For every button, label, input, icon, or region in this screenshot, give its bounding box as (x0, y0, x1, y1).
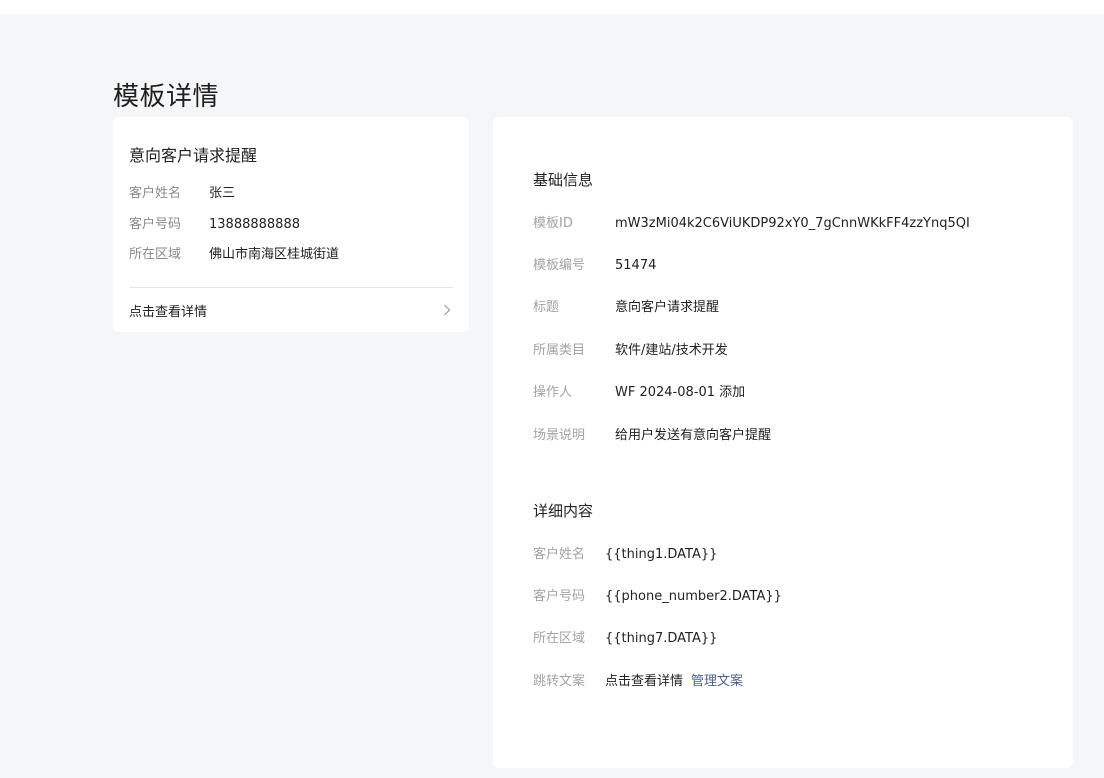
detail-row-region: 所在区域 {{thing7.DATA}} (533, 630, 717, 648)
detail-label: 跳转文案 (533, 674, 586, 689)
preview-row-phone: 客户号码 13888888888 (129, 216, 300, 234)
info-label: 操作人 (533, 385, 573, 400)
detail-value: {{thing7.DATA}} (605, 631, 718, 646)
info-label: 所属类目 (533, 343, 586, 358)
info-label: 标题 (533, 300, 560, 315)
info-row-template-id: 模板ID mW3zMi04k2C6ViUKDP92xY0_7gCnnWKkFF4… (533, 215, 970, 233)
preview-divider (129, 287, 453, 288)
view-details-label: 点击查看详情 (129, 304, 208, 320)
info-value: WF 2024-08-01 添加 (615, 385, 746, 400)
page-title: 模板详情 (113, 82, 220, 113)
detail-label: 客户姓名 (533, 547, 586, 562)
template-preview-card: 意向客户请求提醒 客户姓名 张三 客户号码 13888888888 所在区域 佛… (113, 117, 469, 332)
top-bar (0, 0, 1104, 14)
info-label: 模板ID (533, 216, 573, 231)
detail-value: {{thing1.DATA}} (605, 547, 718, 562)
preview-title: 意向客户请求提醒 (129, 146, 258, 165)
preview-value: 佛山市南海区桂城街道 (209, 247, 340, 262)
preview-row-region: 所在区域 佛山市南海区桂城街道 (129, 246, 339, 264)
info-row-category: 所属类目 软件/建站/技术开发 (533, 342, 728, 360)
info-label: 模板编号 (533, 258, 586, 273)
chevron-right-icon (441, 304, 453, 316)
info-value: 软件/建站/技术开发 (615, 343, 728, 358)
detail-label: 所在区域 (533, 631, 586, 646)
preview-label: 客户姓名 (129, 186, 182, 201)
preview-value: 13888888888 (209, 217, 300, 232)
preview-row-name: 客户姓名 张三 (129, 185, 235, 203)
template-info-card: 基础信息 模板ID mW3zMi04k2C6ViUKDP92xY0_7gCnnW… (493, 117, 1073, 768)
detail-content-title: 详细内容 (533, 502, 594, 520)
preview-label: 所在区域 (129, 247, 182, 262)
detail-label: 客户号码 (533, 589, 586, 604)
info-label: 场景说明 (533, 428, 586, 443)
detail-row-phone: 客户号码 {{phone_number2.DATA}} (533, 588, 782, 606)
basic-info-title: 基础信息 (533, 171, 594, 189)
detail-value: {{phone_number2.DATA}} (605, 589, 782, 604)
info-value: 给用户发送有意向客户提醒 (615, 428, 772, 443)
manage-copy-link[interactable]: 管理文案 (691, 673, 743, 691)
info-row-operator: 操作人 WF 2024-08-01 添加 (533, 384, 745, 402)
info-value: 51474 (615, 258, 657, 273)
detail-row-name: 客户姓名 {{thing1.DATA}} (533, 546, 717, 564)
detail-value: 点击查看详情 (605, 674, 684, 689)
preview-label: 客户号码 (129, 217, 182, 232)
info-row-scenario: 场景说明 给用户发送有意向客户提醒 (533, 427, 771, 445)
info-row-title: 标题 意向客户请求提醒 (533, 299, 719, 317)
info-value: 意向客户请求提醒 (615, 300, 720, 315)
detail-row-jump-text: 跳转文案 点击查看详情 管理文案 (533, 673, 743, 691)
view-details-link[interactable]: 点击查看详情 (129, 299, 453, 321)
info-row-template-number: 模板编号 51474 (533, 257, 656, 275)
info-value: mW3zMi04k2C6ViUKDP92xY0_7gCnnWKkFF4zzYnq… (615, 216, 970, 231)
preview-value: 张三 (209, 186, 236, 201)
